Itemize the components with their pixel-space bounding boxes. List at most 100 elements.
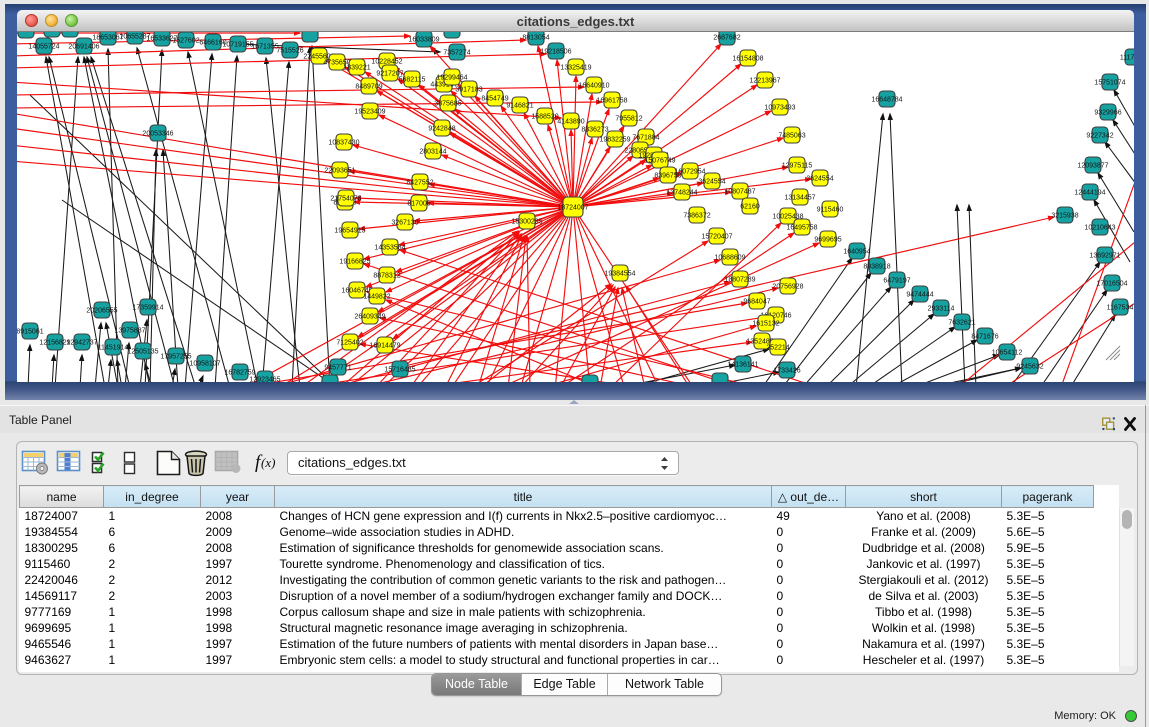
svg-text:7357274: 7357274 xyxy=(443,50,470,57)
svg-text:7515526: 7515526 xyxy=(276,48,303,55)
svg-text:12444194: 12444194 xyxy=(1074,190,1105,197)
svg-text:5682115: 5682115 xyxy=(399,77,426,84)
svg-text:1839221: 1839221 xyxy=(343,65,370,72)
svg-text:8489709: 8489709 xyxy=(355,84,382,91)
svg-text:20691406: 20691406 xyxy=(68,44,99,51)
svg-text:10719155: 10719155 xyxy=(222,42,253,49)
svg-text:15076749: 15076749 xyxy=(644,158,675,165)
svg-text:1671355: 1671355 xyxy=(251,44,278,51)
svg-text:3875685: 3875685 xyxy=(434,101,461,108)
svg-text:8336273: 8336273 xyxy=(581,127,608,134)
svg-text:17016504: 17016504 xyxy=(1096,281,1127,288)
svg-text:8454749: 8454749 xyxy=(481,96,508,103)
svg-text:1449822: 1449822 xyxy=(363,294,390,301)
svg-text:19218506: 19218506 xyxy=(540,49,571,56)
svg-text:21754078: 21754078 xyxy=(330,196,361,203)
svg-text:8938918: 8938918 xyxy=(863,264,890,271)
svg-text:1117264: 1117264 xyxy=(1120,55,1134,62)
svg-text:10973493: 10973493 xyxy=(764,105,795,112)
svg-text:13325419: 13325419 xyxy=(560,65,591,72)
svg-text:10837430: 10837430 xyxy=(328,140,359,147)
svg-text:1733426: 1733426 xyxy=(773,368,800,375)
svg-text:18807289: 18807289 xyxy=(724,277,755,284)
svg-text:19523409: 19523409 xyxy=(354,109,385,116)
svg-text:9242848: 9242848 xyxy=(428,126,455,133)
svg-text:12093877: 12093877 xyxy=(1077,163,1108,170)
svg-text:15751074: 15751074 xyxy=(1094,80,1125,87)
svg-text:1588520: 1588520 xyxy=(531,114,558,121)
svg-text:13748244: 13748244 xyxy=(666,190,697,197)
svg-text:7125402: 7125402 xyxy=(336,340,363,347)
svg-text:16648784: 16648784 xyxy=(871,97,902,104)
svg-text:2933114: 2933114 xyxy=(928,306,955,313)
svg-text:7955812: 7955812 xyxy=(615,116,642,123)
svg-text:14136141: 14136141 xyxy=(727,362,758,369)
svg-text:8915061: 8915061 xyxy=(17,329,44,336)
svg-text:1527602: 1527602 xyxy=(172,38,199,45)
svg-text:7485063: 7485063 xyxy=(778,133,805,140)
svg-text:8471676: 8471676 xyxy=(971,334,998,341)
svg-text:9457771: 9457771 xyxy=(324,365,351,372)
svg-text:11451914: 11451914 xyxy=(98,345,129,352)
svg-text:10654112: 10654112 xyxy=(992,350,1023,357)
svg-text:20053346: 20053346 xyxy=(142,131,173,138)
svg-text:8427552: 8427552 xyxy=(406,180,433,187)
svg-text:16782759: 16782759 xyxy=(224,370,255,377)
svg-text:9474444: 9474444 xyxy=(906,292,933,299)
svg-text:13975887: 13975887 xyxy=(114,328,145,335)
svg-text:16914479: 16914479 xyxy=(369,343,400,350)
svg-text:19384554: 19384554 xyxy=(604,271,635,278)
svg-text:19654915: 19654915 xyxy=(334,228,365,235)
svg-text:19832259: 19832259 xyxy=(599,137,630,144)
svg-text:3267130: 3267130 xyxy=(391,220,418,227)
svg-text:16072954: 16072954 xyxy=(674,169,705,176)
svg-text:1615132: 1615132 xyxy=(752,321,779,328)
svg-text:10688609: 10688609 xyxy=(714,255,745,262)
svg-text:3917183: 3917183 xyxy=(455,87,482,94)
svg-text:10807487: 10807487 xyxy=(724,189,755,196)
svg-text:8878312: 8878312 xyxy=(373,273,400,280)
svg-text:20756928: 20756928 xyxy=(772,284,803,291)
svg-text:12213967: 12213967 xyxy=(749,78,780,85)
svg-text:16640910: 16640910 xyxy=(578,83,609,90)
svg-text:13692971: 13692971 xyxy=(1089,253,1120,260)
svg-text:7386372: 7386372 xyxy=(683,213,710,220)
svg-text:20206555: 20206555 xyxy=(86,308,117,315)
svg-text:817006: 817006 xyxy=(407,201,430,208)
svg-text:62160: 62160 xyxy=(740,204,760,211)
svg-text:22093651: 22093651 xyxy=(324,168,355,175)
svg-text:16495758: 16495758 xyxy=(786,225,817,232)
svg-text:14353584: 14353584 xyxy=(374,245,405,252)
svg-text:13134457: 13134457 xyxy=(784,195,815,202)
svg-text:6479197: 6479197 xyxy=(883,278,910,285)
svg-text:15716485: 15716485 xyxy=(384,367,415,374)
svg-text:7632621: 7632621 xyxy=(948,320,975,327)
svg-text:16961758: 16961758 xyxy=(596,98,627,105)
svg-text:15300235: 15300235 xyxy=(511,219,542,226)
svg-text:3624554: 3624554 xyxy=(806,176,833,183)
svg-text:1640954: 1640954 xyxy=(843,249,870,256)
svg-text:26409349: 26409349 xyxy=(354,314,385,321)
svg-text:4143890: 4143890 xyxy=(557,119,584,126)
svg-text:19299464: 19299464 xyxy=(436,75,467,82)
svg-text:14055724: 14055724 xyxy=(28,44,59,51)
svg-text:1167534: 1167534 xyxy=(1107,305,1134,312)
svg-text:2803144: 2803144 xyxy=(419,149,446,156)
svg-text:12975115: 12975115 xyxy=(782,163,813,170)
svg-text:252214: 252214 xyxy=(766,345,789,352)
svg-text:10210643: 10210643 xyxy=(1084,225,1115,232)
svg-text:9146821: 9146821 xyxy=(506,103,533,110)
svg-text:9115460: 9115460 xyxy=(817,207,844,214)
svg-text:9684047: 9684047 xyxy=(743,299,770,306)
svg-text:12923465: 12923465 xyxy=(249,377,280,383)
svg-text:(x): (x) xyxy=(261,455,275,470)
svg-text:9699695: 9699695 xyxy=(814,237,841,244)
svg-text:10958107: 10958107 xyxy=(189,361,220,368)
svg-text:3624554: 3624554 xyxy=(698,179,725,186)
svg-text:2687682: 2687682 xyxy=(713,35,740,42)
svg-text:12942737: 12942737 xyxy=(66,340,97,347)
svg-text:12505135: 12505135 xyxy=(127,349,158,356)
svg-text:9245632: 9245632 xyxy=(1016,364,1043,371)
svg-text:19166825: 19166825 xyxy=(339,259,370,266)
svg-text:17359914: 17359914 xyxy=(132,305,163,312)
